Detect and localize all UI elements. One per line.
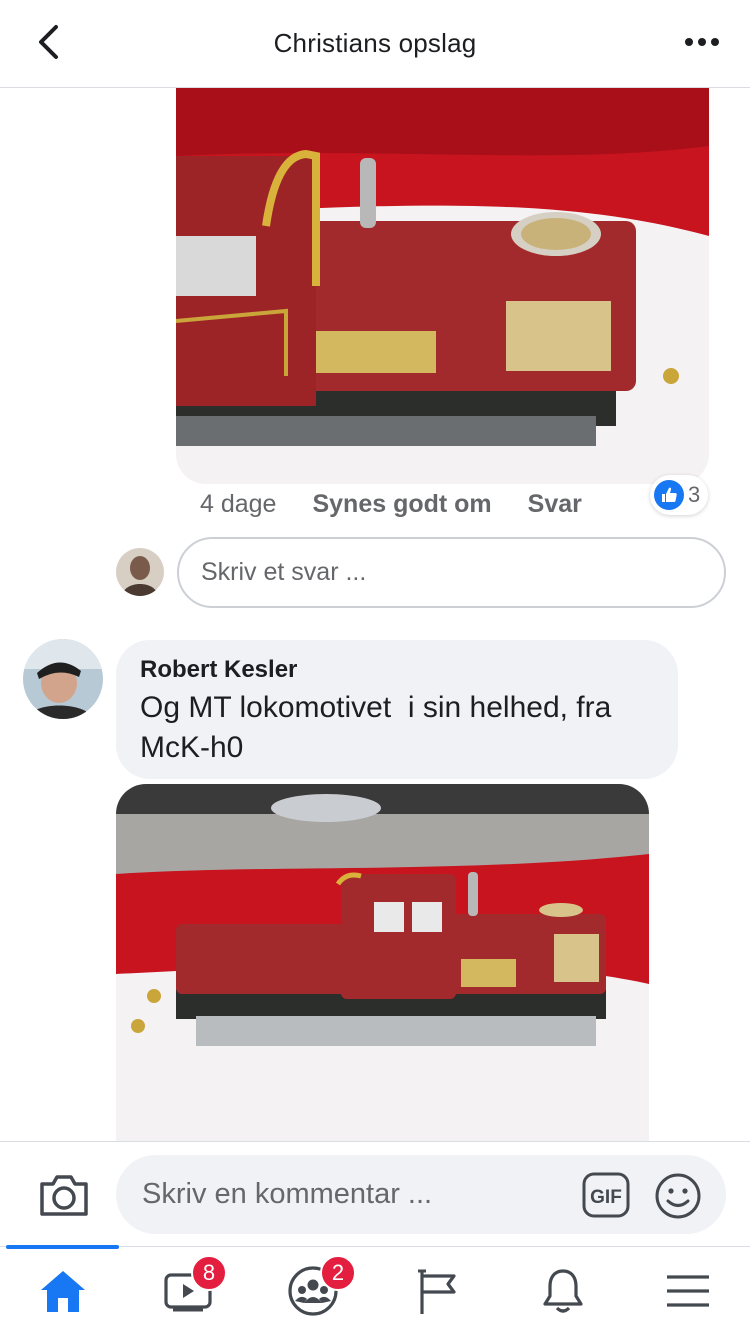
tab-notifications[interactable] [500,1247,625,1334]
comment-input[interactable]: Skriv en kommentar ... [116,1155,726,1234]
top-nav-bar: Christians opslag [0,0,750,88]
page-title: Christians opslag [273,28,477,58]
tab-pages[interactable] [375,1247,500,1334]
tab-watch[interactable]: 8 [125,1247,250,1334]
active-tab-indicator [6,1245,119,1249]
groups-badge: 2 [320,1255,356,1291]
back-button[interactable] [28,22,68,62]
watch-badge: 8 [191,1255,227,1291]
flag-icon [417,1269,456,1314]
reaction-count-badge[interactable]: 3 [650,475,709,515]
comment-composer: Skriv en kommentar ... GIF [0,1141,750,1245]
avatar [116,548,164,596]
comment-actions-row: 4 dage Synes godt om Svar [200,484,582,524]
more-dots-icon [685,38,719,46]
tab-home[interactable] [0,1245,125,1334]
bell-icon [542,1269,583,1313]
chevron-left-icon [39,25,58,59]
gif-button[interactable]: GIF [582,1172,630,1218]
comment-author[interactable]: Robert Kesler [140,656,654,684]
hamburger-menu-icon [666,1275,709,1307]
gif-icon: GIF [582,1172,630,1218]
comment-photo-full[interactable] [116,784,649,1144]
gif-label: GIF [590,1187,622,1208]
like-link[interactable]: Synes godt om [312,490,491,519]
smiley-icon [655,1173,701,1219]
commenter-avatar[interactable] [23,639,103,719]
camera-icon [40,1175,88,1216]
comment-timestamp: 4 dage [200,489,277,518]
comment-text: Og MT lokomotivet i sin helhed, fra McK-… [140,691,620,764]
locomotive-closeup-image [176,86,709,484]
reply-link[interactable]: Svar [528,490,582,519]
reply-input[interactable]: Skriv et svar ... [177,537,726,608]
more-options-button[interactable] [682,22,722,62]
locomotive-full-image [116,784,649,1144]
home-icon [40,1271,85,1312]
comment-photo-closeup[interactable] [176,86,709,484]
camera-button[interactable] [38,1172,90,1218]
comment-bubble: Robert Kesler Og MT lokomotivet i sin he… [116,640,678,779]
reaction-count: 3 [688,482,701,507]
tab-menu[interactable] [625,1247,750,1334]
bottom-tab-bar: 8 2 [0,1245,750,1334]
like-reaction-icon [654,480,684,510]
tab-groups[interactable]: 2 [250,1247,375,1334]
emoji-button[interactable] [654,1172,702,1220]
